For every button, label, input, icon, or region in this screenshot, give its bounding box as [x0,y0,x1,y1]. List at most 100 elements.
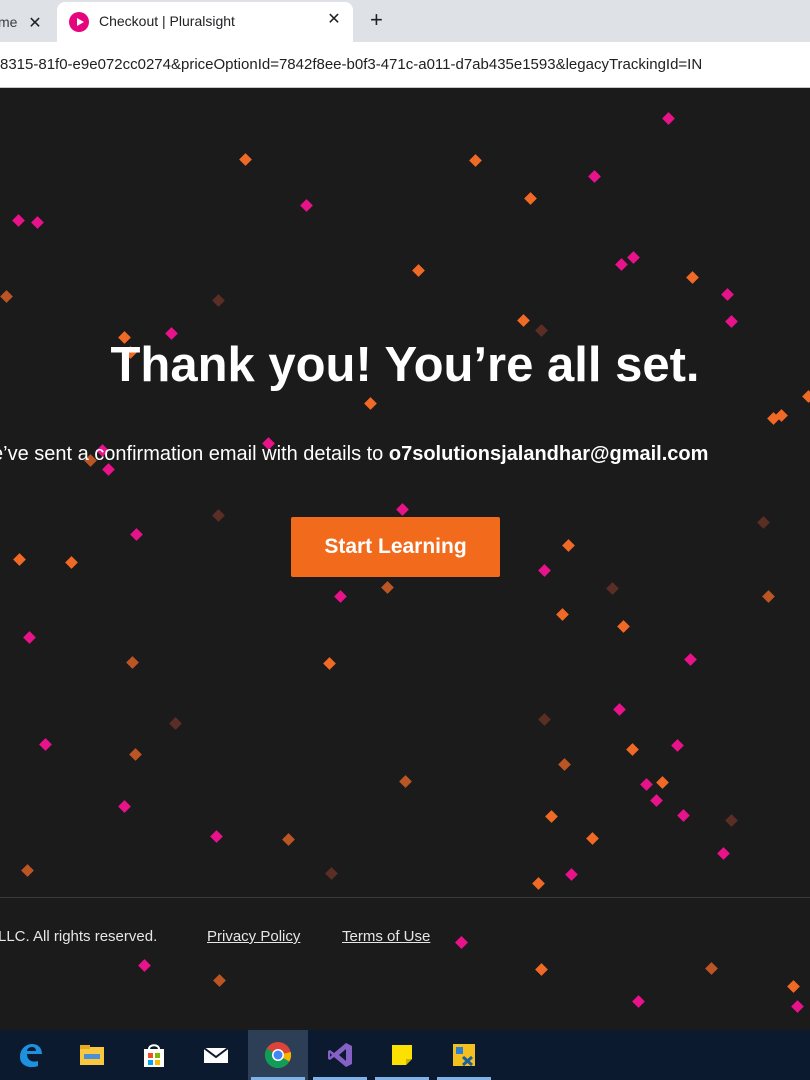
confetti-piece [662,112,675,125]
confetti-piece [791,1000,804,1013]
confetti-piece [757,516,770,529]
confetti-piece [717,847,730,860]
confetti-piece [725,315,738,328]
close-icon[interactable]: ✕ [27,16,43,32]
taskbar-mail[interactable] [186,1030,246,1080]
checkout-confirmation-page: Thank you! You’re all set. e’ve sent a c… [0,89,810,1030]
new-tab-button[interactable]: + [370,9,383,31]
confetti-piece [469,154,482,167]
confirmation-email: o7solutionsjalandhar@gmail.com [388,443,709,465]
confetti-piece [517,314,530,327]
confetti-piece [212,294,225,307]
file-explorer-icon [80,1045,104,1065]
taskbar-visual-studio[interactable] [310,1030,370,1080]
confetti-piece [721,288,734,301]
footer-divider [0,897,810,898]
taskbar-edge[interactable] [0,1030,60,1080]
address-bar: 8315-81f0-e9e072cc0274&priceOptionId=784… [0,42,810,88]
confetti-piece [586,832,599,845]
tab-previous[interactable]: me ✕ [0,6,55,42]
confetti-piece [617,620,630,633]
confetti-piece [31,216,44,229]
taskbar-chrome[interactable] [248,1030,308,1080]
confetti-piece [656,776,669,789]
confetti-piece [300,199,313,212]
start-learning-button[interactable]: Start Learning [291,517,500,577]
confetti-piece [556,608,569,621]
confetti-piece [323,657,336,670]
terms-of-use-link[interactable]: Terms of Use [342,928,430,945]
chrome-icon [264,1042,292,1069]
confirmation-message: e’ve sent a confirmation email with deta… [0,443,708,466]
taskbar-file-explorer[interactable] [62,1030,122,1080]
confetti-piece [627,251,640,264]
confetti-piece [535,963,548,976]
confetti-piece [762,590,775,603]
confetti-piece [538,564,551,577]
confetti-piece [787,980,800,993]
confetti-piece [558,758,571,771]
confetti-piece [532,877,545,890]
close-icon[interactable]: ✕ [326,12,342,28]
confetti-piece [129,748,142,761]
confetti-piece [130,528,143,541]
confetti-piece [686,271,699,284]
confetti-piece [588,170,601,183]
tab-checkout[interactable]: Checkout | Pluralsight ✕ [57,2,353,42]
confetti-piece [213,974,226,987]
confetti-piece [325,867,338,880]
confetti-piece [0,290,13,303]
edge-icon [20,1044,42,1068]
taskbar-network-tool[interactable] [434,1030,494,1080]
taskbar-store[interactable] [124,1030,184,1080]
confetti-piece [626,743,639,756]
network-tool-icon [453,1044,475,1067]
confetti-piece [545,810,558,823]
confetti-piece [684,653,697,666]
page-title: Thank you! You’re all set. [110,338,700,392]
confetti-piece [23,631,36,644]
confetti-piece [725,814,738,827]
confetti-piece [12,214,25,227]
confetti-piece [562,539,575,552]
confetti-piece [399,775,412,788]
visual-studio-icon [328,1043,352,1067]
confetti-piece [212,509,225,522]
privacy-policy-link[interactable]: Privacy Policy [207,928,300,945]
mail-icon [203,1047,229,1063]
confetti-piece [239,153,252,166]
confetti-piece [13,553,26,566]
confetti-piece [606,582,619,595]
confetti-piece [396,503,409,516]
confetti-piece [640,778,653,791]
confetti-piece [650,794,663,807]
confetti-piece [210,830,223,843]
confetti-piece [364,397,377,410]
confetti-piece [565,868,578,881]
tab-title: Checkout | Pluralsight [99,13,235,29]
sticky-notes-icon [392,1045,412,1065]
confetti-piece [613,703,626,716]
confetti-piece [632,995,645,1008]
confetti-piece [65,556,78,569]
confetti-piece [126,656,139,669]
confetti-piece [282,833,295,846]
confirmation-text: e’ve sent a confirmation email with deta… [0,443,389,465]
confetti-piece [671,739,684,752]
confetti-piece [615,258,628,271]
confetti-piece [334,590,347,603]
confetti-piece [455,936,468,949]
confetti-piece [705,962,718,975]
confetti-piece [538,713,551,726]
taskbar-sticky-notes[interactable] [372,1030,432,1080]
confetti-piece [138,959,151,972]
confetti-piece [677,809,690,822]
confetti-piece [118,800,131,813]
footer-copyright: LLC. All rights reserved. [0,928,158,945]
store-icon [144,1044,164,1067]
url-input[interactable]: 8315-81f0-e9e072cc0274&priceOptionId=784… [0,56,702,73]
confetti-piece [381,581,394,594]
browser-tab-strip: me ✕ Checkout | Pluralsight ✕ + [0,0,810,42]
confetti-piece [412,264,425,277]
confetti-piece [535,324,548,337]
